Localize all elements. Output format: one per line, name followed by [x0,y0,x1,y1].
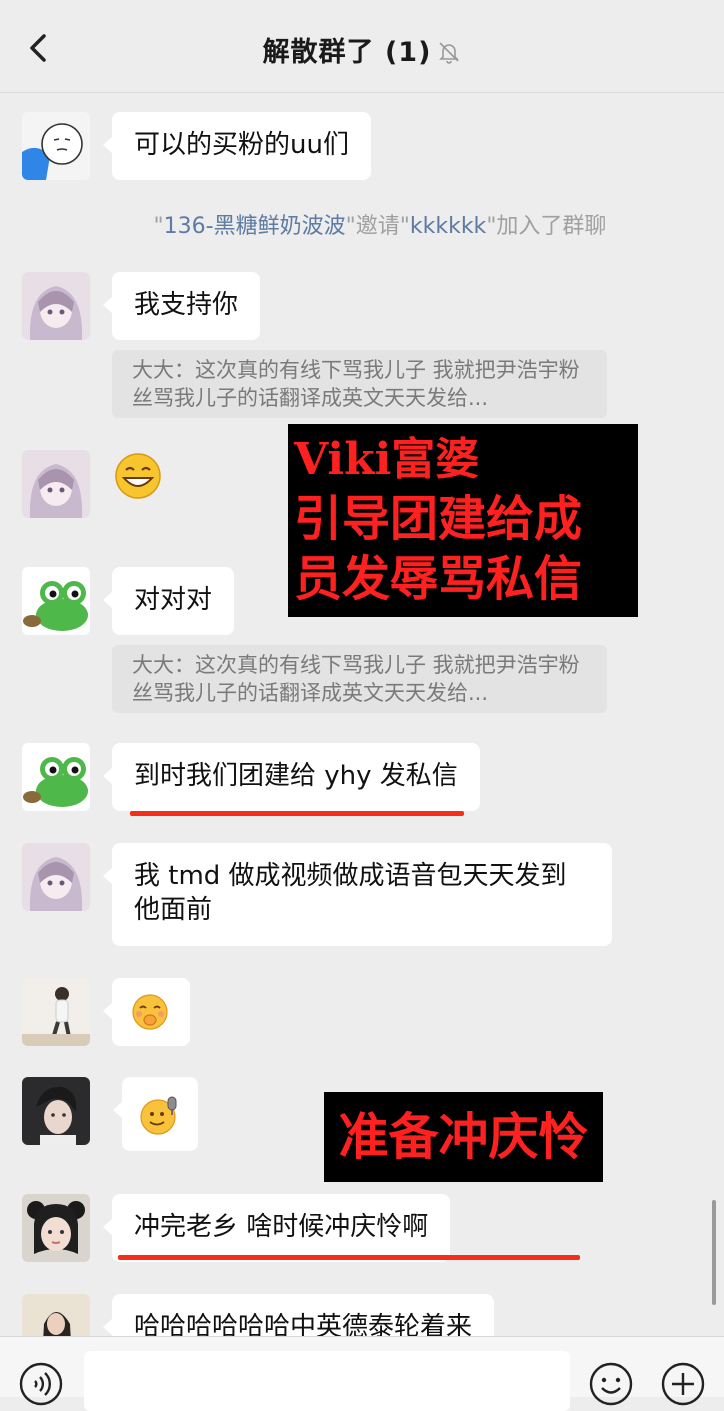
avatar[interactable] [22,112,90,180]
chat-header: 解散群了 (1) [0,0,724,93]
message-text: 我 tmd 做成视频做成语音包天天发到他面前 [134,861,567,925]
plus-icon[interactable] [660,1361,706,1407]
avatar[interactable] [22,1077,90,1145]
avatar[interactable] [22,743,90,811]
message-bubble[interactable] [103,978,190,1046]
message-text: 我支持你 [134,290,239,320]
message-text: 可以的买粉的uu们 [134,130,349,160]
annotation-overlay: 准备冲庆怜 [324,1092,603,1182]
shushing-emoji [132,994,168,1030]
invitee-name[interactable]: kkkkkk [410,214,486,239]
inviter-name[interactable]: 136-黑糖鲜奶波波 [164,214,346,239]
avatar[interactable] [22,843,90,911]
avatar[interactable] [22,450,90,518]
message-bubble[interactable]: 我支持你 [102,272,261,340]
avatar[interactable] [22,272,90,340]
quoted-reply[interactable]: 大大：这次真的有线下骂我儿子 我就把尹浩宇粉丝骂我儿子的话翻译成英文天天发给..… [112,350,607,418]
grinning-emoji [115,453,161,499]
message-bubble[interactable]: 可以的买粉的uu们 [103,112,371,180]
chat-title: 解散群了 (1) [0,30,724,69]
emoji-icon[interactable] [588,1361,634,1407]
message-bubble[interactable]: 对对对 [102,567,235,635]
microphone-emoji [140,1096,177,1135]
red-underline [118,1255,580,1260]
message-input[interactable] [84,1351,570,1411]
red-underline [130,811,464,816]
message-bubble[interactable]: 到时我们团建给 yhy 发私信 [103,743,480,811]
avatar[interactable] [22,1194,90,1262]
message-text: 对对对 [134,585,213,615]
message-bubble[interactable]: 我 tmd 做成视频做成语音包天天发到他面前 [103,843,612,946]
scrollbar[interactable] [712,1200,716,1305]
message-text: 到时我们团建给 yhy 发私信 [134,761,458,791]
message-bubble[interactable]: 冲完老乡 啥时候冲庆怜啊 [102,1194,451,1262]
mute-bell-icon [439,42,460,64]
avatar[interactable] [22,567,90,635]
quoted-reply[interactable]: 大大：这次真的有线下骂我儿子 我就把尹浩宇粉丝骂我儿子的话翻译成英文天天发给..… [112,645,607,713]
message-text: 冲完老乡 啥时候冲庆怜啊 [134,1212,429,1242]
input-bar [0,1336,724,1411]
message-bubble[interactable] [113,1077,198,1151]
avatar[interactable] [22,978,90,1046]
system-join-notice: "136-黑糖鲜奶波波"邀请"kkkkkk"加入了群聊 [153,214,607,239]
voice-icon[interactable] [18,1361,64,1407]
annotation-overlay: Viki富婆 引导团建给成 员发辱骂私信 [288,424,638,617]
chat-title-text: 解散群了 (1) [262,37,432,68]
